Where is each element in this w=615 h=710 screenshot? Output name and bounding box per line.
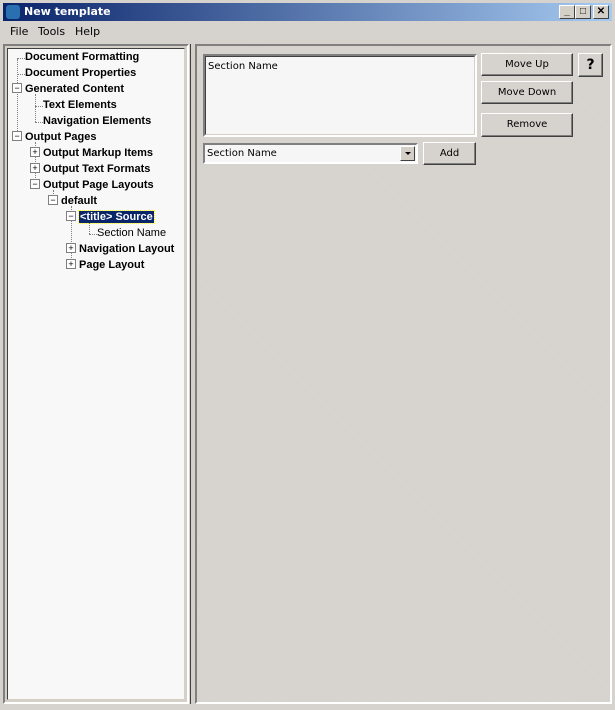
list-item[interactable]: Section Name: [208, 61, 278, 72]
move-up-button[interactable]: Move Up: [481, 53, 573, 76]
collapse-icon[interactable]: −: [30, 179, 40, 189]
move-down-button[interactable]: Move Down: [481, 81, 573, 104]
tree-node-output-pages[interactable]: Output Pages: [25, 131, 97, 143]
editor-panel: Section Name Section Name Add Move Up Mo…: [195, 44, 612, 704]
collapse-icon[interactable]: −: [48, 195, 58, 205]
elements-listbox[interactable]: Section Name: [203, 54, 477, 137]
expand-icon[interactable]: +: [66, 243, 76, 253]
remove-button[interactable]: Remove: [481, 113, 573, 137]
window-title: New template: [24, 5, 111, 18]
tree-node-navigation-layout[interactable]: Navigation Layout: [79, 243, 174, 255]
close-button[interactable]: ✕: [593, 5, 609, 19]
app-window: New template _ □ ✕ File Tools Help Docum…: [0, 0, 615, 710]
maximize-button[interactable]: □: [575, 5, 591, 19]
tree-node-output-markup-items[interactable]: Output Markup Items: [43, 147, 153, 159]
tree-node-page-layout[interactable]: Page Layout: [79, 259, 144, 271]
template-tree[interactable]: Document Formatting Document Properties …: [7, 48, 185, 700]
help-button[interactable]: ?: [578, 53, 603, 77]
app-icon: [6, 5, 20, 19]
collapse-icon[interactable]: −: [12, 131, 22, 141]
expand-icon[interactable]: +: [30, 147, 40, 157]
tree-node-output-page-layouts[interactable]: Output Page Layouts: [43, 179, 154, 191]
menu-file[interactable]: File: [10, 25, 28, 38]
tree-node-document-properties[interactable]: Document Properties: [25, 67, 136, 79]
select-value: Section Name: [207, 148, 277, 159]
expand-icon[interactable]: +: [30, 163, 40, 173]
tree-node-output-text-formats[interactable]: Output Text Formats: [43, 163, 150, 175]
chevron-down-icon[interactable]: [400, 146, 415, 161]
tree-node-generated-content[interactable]: Generated Content: [25, 83, 124, 95]
add-button[interactable]: Add: [423, 142, 476, 165]
menu-bar: File Tools Help: [3, 22, 612, 42]
tree-node-title-source[interactable]: <title> Source: [78, 210, 155, 224]
collapse-icon[interactable]: −: [12, 83, 22, 93]
collapse-icon[interactable]: −: [66, 211, 76, 221]
tree-node-default[interactable]: default: [61, 195, 97, 207]
tree-node-text-elements[interactable]: Text Elements: [43, 99, 117, 111]
tree-node-section-name[interactable]: Section Name: [97, 227, 166, 239]
menu-tools[interactable]: Tools: [38, 25, 65, 38]
expand-icon[interactable]: +: [66, 259, 76, 269]
element-select[interactable]: Section Name: [203, 143, 418, 164]
menu-help[interactable]: Help: [75, 25, 100, 38]
title-bar: New template _ □ ✕: [3, 3, 612, 21]
tree-node-document-formatting[interactable]: Document Formatting: [25, 51, 139, 63]
tree-panel: Document Formatting Document Properties …: [3, 44, 189, 704]
minimize-button[interactable]: _: [559, 5, 575, 19]
tree-node-navigation-elements[interactable]: Navigation Elements: [43, 115, 151, 127]
